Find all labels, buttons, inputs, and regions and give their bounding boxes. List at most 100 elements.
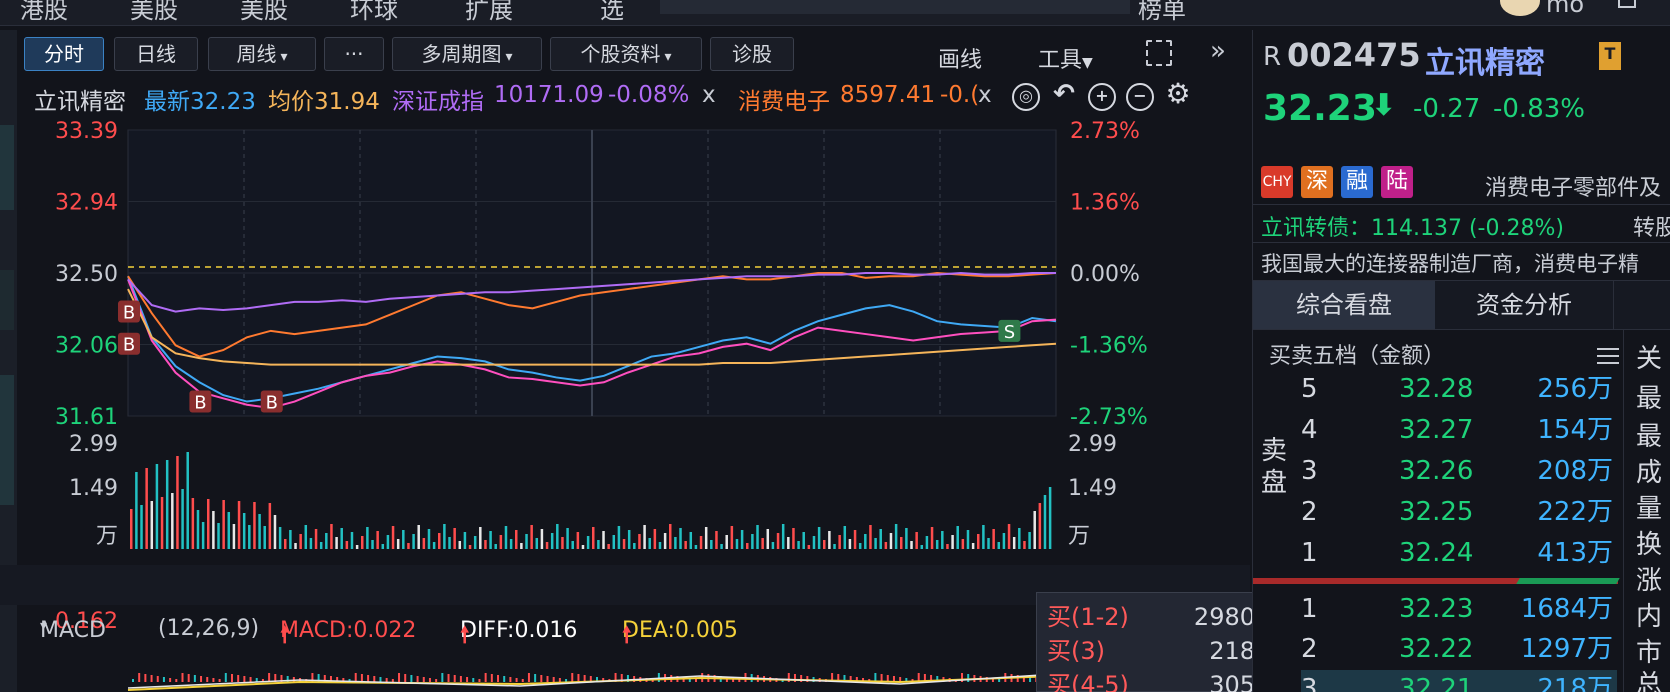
close-index-icon[interactable]: x [702, 82, 716, 108]
level: 4 [1301, 415, 1318, 445]
macd-bar [416, 676, 419, 682]
nav-item-select[interactable]: 选 [600, 0, 624, 25]
macd-bar [441, 673, 444, 682]
volume-bar [402, 530, 405, 549]
macd-bar [175, 679, 178, 682]
volume-bar [889, 533, 893, 549]
buy-row[interactable]: 1 32.23 1684万 [1301, 590, 1617, 628]
volume-bar [509, 539, 513, 549]
volume-bar [663, 533, 667, 549]
volume-bar [802, 532, 805, 549]
gear-icon[interactable]: ⚙ [1164, 80, 1192, 111]
volume-bar [535, 538, 539, 549]
volume-bar [494, 544, 497, 549]
sector-text[interactable]: 消费电子零部件及 [1485, 170, 1661, 202]
volume-bar [699, 536, 703, 549]
buy-row[interactable]: 2 32.22 1297万 [1301, 630, 1617, 668]
volume-bar [309, 538, 313, 549]
macd-bar [472, 678, 475, 682]
sell-row[interactable]: 3 32.26 208万 [1301, 452, 1617, 490]
volume-bar [766, 529, 770, 549]
macd-bar [360, 674, 363, 682]
badge-cny[interactable]: CHY [1261, 166, 1293, 198]
sell-marker-label: S [1004, 322, 1015, 343]
volume-bar [684, 541, 687, 549]
badge-margin[interactable]: 融 [1341, 166, 1373, 198]
volume-bar [1043, 495, 1047, 549]
macd-bar [367, 675, 370, 682]
nav-item-hk[interactable]: 港股 [20, 0, 68, 25]
buy-row[interactable]: 3 32.21 218万 [1301, 670, 1617, 692]
avatar[interactable] [1500, 0, 1540, 16]
macd-bar [422, 677, 425, 682]
more-button[interactable]: ··· [324, 37, 384, 71]
nav-item-us[interactable]: 美股 [130, 0, 178, 25]
last-price: 32.23 [1263, 88, 1377, 129]
info-sector-name: 消费电子 [738, 89, 830, 115]
tab-daily[interactable]: 日线 [114, 37, 198, 71]
tooltip-row: 买(3) 218万 [1047, 631, 1287, 665]
panel-tabs: 综合看盘 资金分析 [1253, 280, 1670, 330]
diagnose-button[interactable]: 诊股 [710, 37, 794, 71]
volume-bar [669, 524, 672, 549]
volume-bar [422, 538, 426, 549]
stat-label: 换 [1636, 530, 1663, 560]
tab-more[interactable] [1613, 281, 1670, 329]
volume-bar [576, 532, 580, 549]
close-sector-icon[interactable]: x [978, 82, 992, 108]
volume-bar [915, 532, 918, 549]
volume-bar [858, 543, 862, 549]
volume-bar [381, 544, 385, 549]
volume-bar [689, 532, 693, 549]
volume-bar [787, 537, 790, 549]
volume-bar [930, 527, 934, 549]
badge-shenzhen[interactable]: 深 [1301, 166, 1333, 198]
tooltip-key: 买(3) [1047, 637, 1105, 665]
macd-bar [428, 678, 431, 682]
tools-button[interactable]: 工具▼ [1038, 42, 1093, 74]
macd-bar [435, 679, 438, 682]
zoom-in-icon[interactable]: + [1088, 83, 1116, 111]
sell-row[interactable]: 1 32.24 413万 [1301, 534, 1617, 572]
convert-label: 转股 [1633, 216, 1670, 241]
menu-icon[interactable] [1597, 348, 1619, 364]
nav-item-rank[interactable]: 榜单 [1138, 0, 1186, 25]
badge-connect[interactable]: 陆 [1381, 166, 1413, 198]
volume-bar [396, 539, 400, 549]
volume-tick-label: 万 [96, 524, 118, 549]
macd-bar [379, 677, 382, 682]
macd-bar [515, 678, 518, 682]
tab-weekly[interactable]: 周线 ▾ [208, 37, 316, 71]
stamp-icon[interactable]: ◎ [1012, 83, 1040, 111]
draw-line-button[interactable]: 画线 [938, 42, 982, 74]
tab-overview[interactable]: 综合看盘 [1253, 281, 1435, 329]
tab-intraday[interactable]: 分时 [24, 37, 104, 71]
stats-column: 关 最 最 成 量 换 涨 内 市 总 [1623, 330, 1670, 692]
sell-row[interactable]: 5 32.28 256万 [1301, 370, 1617, 408]
undo-icon[interactable]: ↶ [1050, 81, 1078, 111]
stock-info-label: 个股资料 [580, 42, 661, 66]
stock-info-button[interactable]: 个股资料 ▾ [550, 37, 702, 71]
macd-bar [169, 678, 172, 682]
up-arrow-icon: 🠕 [460, 623, 470, 648]
convertible-bond[interactable]: 立讯转债：114.137 (-0.28%) [1261, 210, 1564, 242]
sell-row[interactable]: 4 32.27 154万 [1301, 411, 1617, 449]
company-desc: 我国最大的连接器制造厂商，消费电子精 [1261, 252, 1639, 276]
zoom-out-icon[interactable]: − [1126, 83, 1154, 111]
nav-item-us2[interactable]: 美股 [240, 0, 288, 25]
volume-bar [961, 539, 965, 549]
macd-bar [230, 674, 233, 682]
info-index-name: 深证成指 [392, 89, 484, 115]
volume-bar [520, 543, 523, 549]
tab-fund-analysis[interactable]: 资金分析 [1435, 281, 1613, 329]
nav-item-global[interactable]: 环球 [350, 0, 398, 25]
nav-item-ext[interactable]: 扩展 [465, 0, 513, 25]
volume-bar [884, 542, 888, 549]
buy-marker-label: B [123, 303, 135, 324]
fullscreen-icon[interactable] [1146, 40, 1172, 66]
sell-row[interactable]: 2 32.25 222万 [1301, 493, 1617, 531]
window-icon[interactable] [1618, 0, 1636, 8]
multi-period-button[interactable]: 多周期图 ▾ [392, 37, 542, 71]
tooltip-key: 买(4-5) [1047, 671, 1129, 692]
collapse-chevron-icon[interactable]: » [1210, 36, 1226, 66]
